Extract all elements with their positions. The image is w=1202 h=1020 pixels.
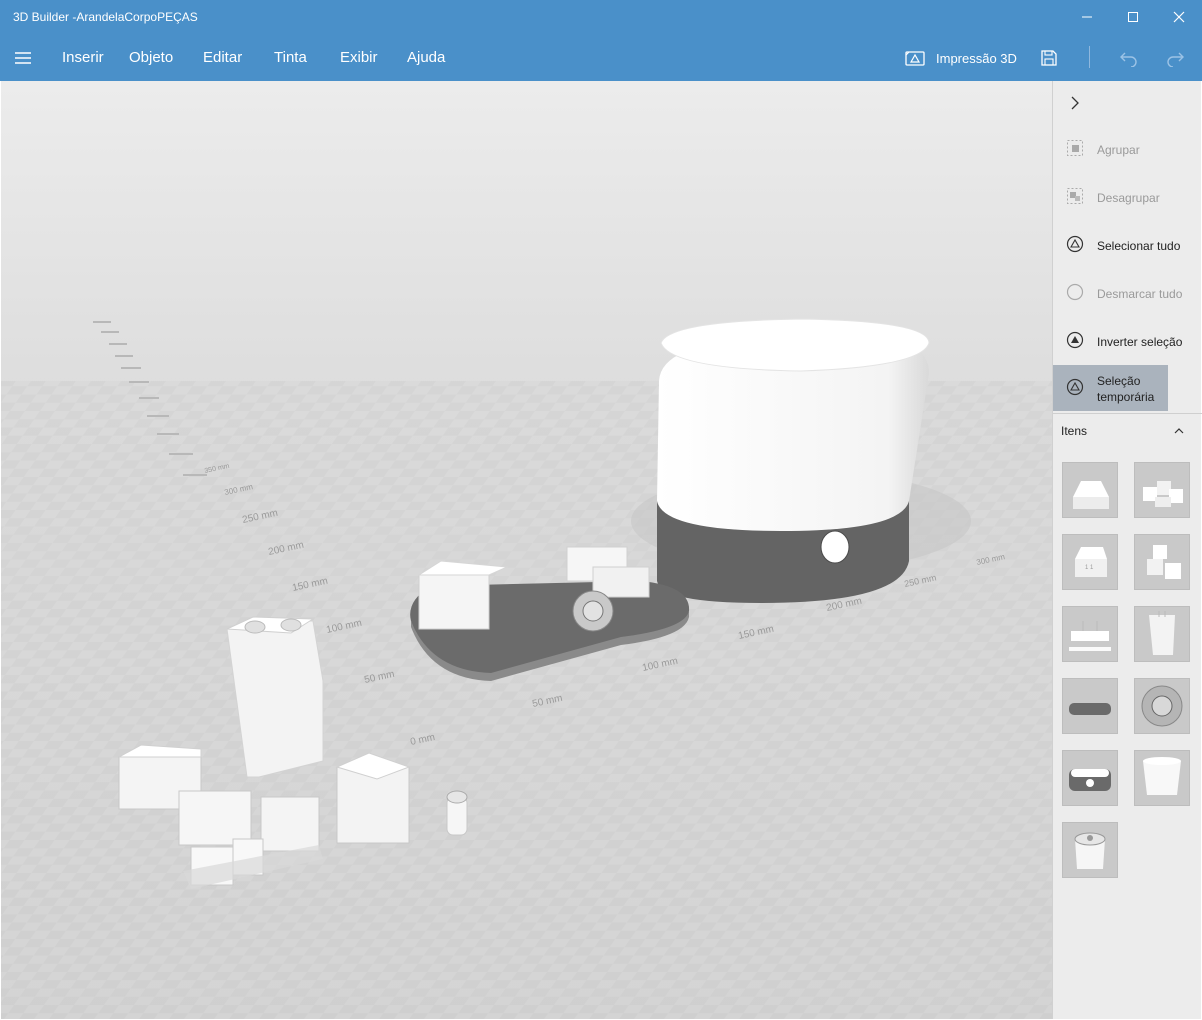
group-label: Agrupar [1097,143,1140,157]
save-icon [1041,50,1057,66]
print-3d-label: Impressão 3D [936,50,1017,66]
print-3d-button[interactable]: Impressão 3D [904,44,1017,72]
items-header: Itens [1061,424,1088,438]
menu-tinta[interactable]: Tinta [274,49,307,66]
collapse-panel-button[interactable] [1065,93,1085,113]
group-icon [1067,140,1083,156]
temporary-selection-label: Seleção temporária [1097,374,1155,404]
minimize-icon [1082,16,1092,18]
redo-button[interactable] [1160,44,1190,72]
svg-text:1 1: 1 1 [1085,565,1094,571]
item-thumbnail[interactable] [1062,750,1118,806]
toolbar-separator [1089,46,1090,68]
undo-icon [1120,52,1137,67]
invert-selection-label: Inverter seleção [1097,335,1183,349]
deselect-all-icon [1066,283,1084,301]
item-thumbnail[interactable] [1134,462,1190,518]
item-thumbnail[interactable]: 1 1 [1062,534,1118,590]
undo-button[interactable] [1114,44,1144,72]
deselect-all-label: Desmarcar tudo [1097,287,1183,301]
scene-canvas[interactable]: 50 mm 100 mm 150 mm 200 mm 250 mm 300 mm… [1,81,1052,1019]
temporary-selection-icon [1066,378,1084,396]
menu-objeto[interactable]: Objeto [129,49,173,66]
invert-selection-icon [1066,331,1084,349]
side-panel: Agrupar Desagrupar Selecionar tudo Desma… [1052,81,1202,1019]
redo-icon [1167,52,1184,67]
temporary-selection-button[interactable]: Seleção temporária [1053,365,1168,411]
select-all-label: Selecionar tudo [1097,239,1181,253]
item-thumbnail[interactable] [1134,750,1190,806]
item-thumbnail[interactable] [1062,678,1118,734]
invert-selection-button[interactable]: Inverter seleção [1053,318,1202,364]
chevron-up-icon[interactable] [1171,423,1187,439]
hamburger-button[interactable] [8,44,38,72]
deselect-all-button[interactable]: Desmarcar tudo [1053,270,1202,316]
title-bar: 3D Builder -ArandelaCorpoPEÇAS [0,0,1202,36]
ungroup-label: Desagrupar [1097,191,1160,205]
3d-viewport[interactable]: 50 mm 100 mm 150 mm 200 mm 250 mm 300 mm… [1,81,1052,1019]
save-button[interactable] [1034,44,1064,72]
item-thumbnail[interactable] [1134,606,1190,662]
ungroup-button[interactable]: Desagrupar [1053,174,1202,220]
close-icon [1173,11,1185,23]
menu-exibir[interactable]: Exibir [340,49,378,66]
maximize-button[interactable] [1110,0,1156,34]
close-button[interactable] [1156,0,1202,34]
item-thumbnail[interactable] [1062,822,1118,878]
select-all-icon [1066,235,1084,253]
chevron-right-icon [1071,96,1079,110]
menu-bar: Inserir Objeto Editar Tinta Exibir Ajuda… [0,36,1202,81]
window-title: 3D Builder -ArandelaCorpoPEÇAS [13,10,198,24]
item-thumbnail[interactable] [1134,534,1190,590]
maximize-icon [1128,12,1138,22]
hamburger-icon [15,52,31,64]
item-thumbnail[interactable] [1062,606,1118,662]
select-all-button[interactable]: Selecionar tudo [1053,222,1202,268]
item-thumbnail[interactable] [1134,678,1190,734]
ungroup-icon [1067,188,1083,204]
print-3d-icon [905,51,925,66]
menu-ajuda[interactable]: Ajuda [407,49,445,66]
minimize-button[interactable] [1064,0,1110,34]
item-thumbnail[interactable] [1062,462,1118,518]
group-button[interactable]: Agrupar [1053,126,1202,172]
menu-editar[interactable]: Editar [203,49,242,66]
panel-divider [1053,413,1202,414]
menu-inserir[interactable]: Inserir [62,49,104,66]
